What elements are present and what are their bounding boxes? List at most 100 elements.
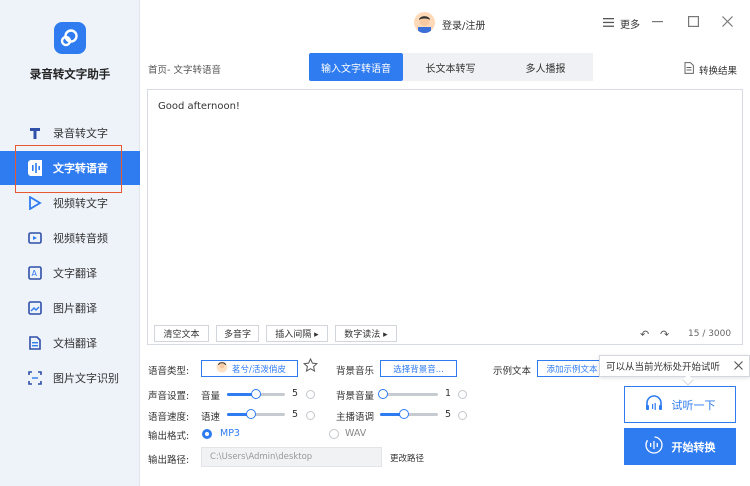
sidebar-item-image-translate[interactable]: 图片翻译 (0, 291, 140, 325)
add-sample-text-button[interactable]: 添加示例文本 (537, 360, 607, 377)
tab-long-text[interactable]: 长文本转写 (403, 53, 498, 81)
close-icon (721, 15, 733, 27)
star-icon[interactable] (302, 357, 319, 376)
undo-icon[interactable]: ↶ (640, 328, 649, 341)
user-avatar[interactable] (414, 12, 435, 33)
redo-icon[interactable]: ↷ (660, 328, 669, 341)
pitch-slider[interactable] (380, 409, 438, 419)
sound-settings-label: 声音设置: (148, 391, 190, 402)
more-label: 更多 (620, 20, 640, 31)
pitch-value: 5 (445, 409, 452, 420)
sidebar-item-label: 视频转音频 (53, 232, 108, 245)
voice-name: 茗兮/活泼俏皮 (232, 364, 286, 375)
tab-input-text-to-speech[interactable]: 输入文字转语音 (309, 53, 403, 81)
app-name: 录音转文字助手 (29, 67, 111, 81)
sound-wave-icon (644, 436, 663, 457)
minimize-button[interactable] (649, 13, 665, 29)
main-panel: 首页- 文字转语音 输入文字转语音 长文本转写 多人播报 转换结果 Good a… (140, 44, 750, 486)
output-format-label: 输出格式: (148, 431, 190, 442)
pitch-label: 主播语调 (336, 412, 375, 423)
breadcrumb: 首页- 文字转语音 (148, 65, 221, 76)
speed-value: 5 (292, 409, 299, 420)
insert-pause-button[interactable]: 插入间隔 ▸ (266, 325, 328, 342)
volume-value: 5 (292, 388, 299, 399)
mp3-radio[interactable] (202, 429, 212, 439)
sidebar-item-ocr[interactable]: 图片文字识别 (0, 361, 140, 395)
video-audio-icon (28, 231, 42, 245)
tooltip-close-icon[interactable] (734, 361, 743, 373)
maximize-button[interactable] (685, 13, 701, 29)
t-icon (28, 126, 42, 140)
speed-label: 语速 (201, 412, 221, 423)
mp3-label[interactable]: MP3 (220, 428, 240, 439)
wav-radio[interactable] (329, 429, 339, 439)
volume-slider[interactable] (227, 389, 285, 399)
sidebar-item-label: 图片文字识别 (53, 372, 119, 385)
doc-translate-icon (28, 336, 42, 350)
clear-text-button[interactable]: 清空文本 (154, 325, 209, 342)
volume-label: 音量 (201, 391, 221, 402)
start-label: 开始转换 (671, 440, 716, 454)
listen-label: 试听一下 (671, 398, 716, 412)
translate-icon: A (28, 266, 42, 280)
headphones-icon (645, 395, 663, 414)
result-label: 转换结果 (699, 65, 738, 77)
bg-volume-slider[interactable] (378, 389, 438, 399)
highlight-box (15, 145, 122, 193)
speed-slider-knob[interactable] (246, 409, 256, 419)
video-text-icon (28, 196, 42, 210)
sidebar-item-label: 视频转文字 (53, 197, 108, 210)
speed-settings-label: 语音速度: (148, 412, 190, 423)
login-register-link[interactable]: 登录/注册 (442, 17, 485, 32)
polyphone-button[interactable]: 多音字 (216, 325, 259, 342)
listen-button[interactable]: 试听一下 (624, 386, 736, 423)
char-count: 15 / 3000 (688, 329, 732, 339)
tooltip-text: 可以从当前光标处开始试听 (606, 362, 721, 373)
select-bgm-button[interactable]: 选择背景音... (380, 360, 457, 377)
bg-volume-slider-knob[interactable] (378, 389, 388, 399)
output-path-field[interactable]: C:\Users\Admin\desktop (201, 447, 382, 467)
pitch-reset-icon[interactable] (458, 411, 467, 420)
scan-icon (28, 371, 42, 385)
app-logo (54, 22, 86, 54)
sidebar-item-label: 录音转文字 (53, 127, 108, 140)
voice-select-button[interactable]: 茗兮/活泼俏皮 (201, 360, 298, 377)
close-button[interactable] (719, 13, 735, 29)
menu-icon (603, 17, 614, 30)
image-translate-icon (28, 301, 42, 315)
svg-text:A: A (32, 269, 38, 278)
start-convert-button[interactable]: 开始转换 (624, 428, 736, 465)
volume-reset-icon[interactable] (306, 390, 315, 399)
cloud-logo-icon (60, 29, 78, 47)
sidebar-item-video-to-audio[interactable]: 视频转音频 (0, 221, 140, 255)
sidebar-item-label: 图片翻译 (53, 302, 97, 315)
maximize-icon (687, 15, 699, 27)
bg-volume-reset-icon[interactable] (458, 390, 467, 399)
output-path-label: 输出路径: (148, 455, 190, 466)
volume-slider-knob[interactable] (251, 389, 261, 399)
conversion-result-button[interactable]: 转换结果 (684, 62, 737, 77)
sidebar-item-label: 文字翻译 (53, 267, 97, 280)
voice-avatar-icon (216, 361, 228, 376)
sidebar-item-label: 文档翻译 (53, 337, 97, 350)
sample-text-label: 示例文本 (493, 366, 532, 377)
speed-reset-icon[interactable] (306, 411, 315, 420)
more-menu-button[interactable]: 更多 (603, 16, 640, 31)
pitch-slider-knob[interactable] (399, 409, 409, 419)
title-bar: 登录/注册 更多 (140, 0, 750, 44)
change-path-link[interactable]: 更改路径 (390, 452, 424, 464)
listen-tooltip: 可以从当前光标处开始试听 (599, 355, 750, 377)
sidebar: 录音转文字助手 录音转文字 文字转语音 视频转文字 视频转音频 A 文字翻译 图… (0, 0, 140, 486)
minimize-icon (651, 20, 663, 22)
tab-multi-speaker[interactable]: 多人播报 (498, 53, 593, 81)
sidebar-item-doc-translate[interactable]: 文档翻译 (0, 326, 140, 360)
bg-volume-value: 1 (445, 388, 452, 399)
editor-content[interactable]: Good afternoon! (158, 101, 240, 112)
document-icon (684, 62, 694, 77)
speed-slider[interactable] (227, 409, 285, 419)
text-editor[interactable]: Good afternoon! 清空文本 多音字 插入间隔 ▸ 数字读法 ▸ ↶… (147, 89, 743, 345)
number-reading-button[interactable]: 数字读法 ▸ (335, 325, 397, 342)
sidebar-item-text-translate[interactable]: A 文字翻译 (0, 256, 140, 290)
bgm-label: 背景音乐 (336, 366, 375, 377)
wav-label[interactable]: WAV (345, 428, 366, 439)
